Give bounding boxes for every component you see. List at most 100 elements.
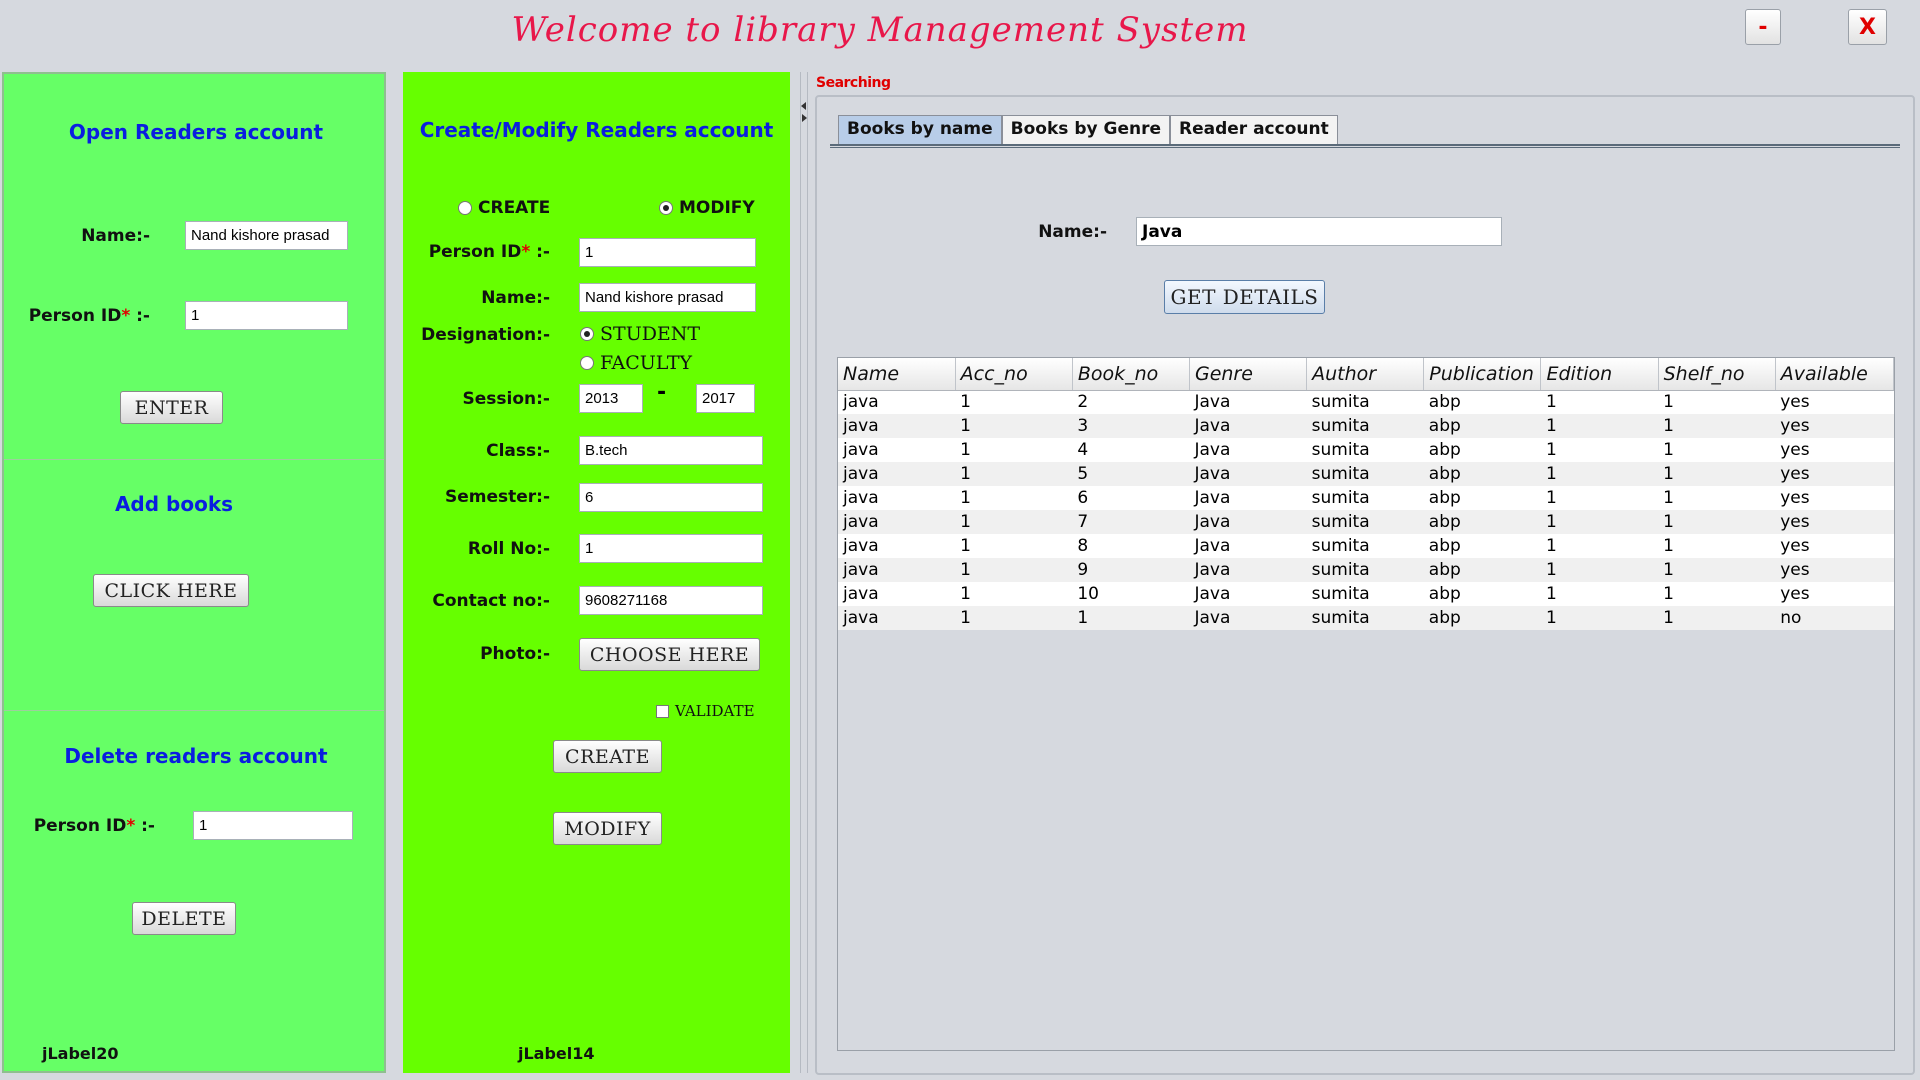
table-cell[interactable]: yes — [1775, 462, 1894, 486]
table-row[interactable]: java 1 6 Java sumita abp 1 1 yes — [838, 486, 1894, 510]
faculty-radio-button[interactable] — [580, 356, 594, 370]
table-cell[interactable]: java — [838, 606, 956, 630]
table-cell[interactable]: abp — [1423, 582, 1541, 606]
student-radio[interactable]: STUDENT — [580, 323, 700, 345]
table-cell[interactable]: Java — [1189, 534, 1307, 558]
session-from-field[interactable]: 2013 — [579, 384, 643, 413]
column-header[interactable]: Publication — [1423, 358, 1542, 391]
session-to-field[interactable]: 2017 — [696, 384, 755, 413]
table-cell[interactable]: sumita — [1306, 606, 1424, 630]
create-radio-button[interactable] — [458, 201, 472, 215]
faculty-radio[interactable]: FACULTY — [580, 352, 692, 374]
minimize-button[interactable]: - — [1745, 9, 1781, 45]
modify-radio[interactable]: MODIFY — [659, 198, 755, 218]
table-cell[interactable]: 1 — [1540, 390, 1659, 414]
table-cell[interactable]: Java — [1189, 390, 1307, 414]
table-cell[interactable]: yes — [1775, 558, 1894, 582]
table-cell[interactable]: sumita — [1306, 510, 1424, 534]
table-cell[interactable]: sumita — [1306, 438, 1424, 462]
modify-button[interactable]: MODIFY — [553, 812, 662, 845]
table-cell[interactable]: yes — [1775, 582, 1894, 606]
table-cell[interactable]: 1 — [1540, 582, 1659, 606]
table-cell[interactable]: yes — [1775, 390, 1894, 414]
table-cell[interactable]: 1 — [955, 606, 1073, 630]
tab-books-by-name[interactable]: Books by name — [838, 115, 1002, 145]
table-cell[interactable]: 2 — [1072, 390, 1190, 414]
table-cell[interactable]: Java — [1189, 486, 1307, 510]
table-row[interactable]: java 1 10 Java sumita abp 1 1 yes — [838, 582, 1894, 606]
table-cell[interactable]: 5 — [1072, 462, 1190, 486]
open-person-id-field[interactable]: 1 — [185, 301, 348, 330]
student-radio-button[interactable] — [580, 327, 594, 341]
table-row[interactable]: java 1 4 Java sumita abp 1 1 yes — [838, 438, 1894, 462]
table-cell[interactable]: 1 — [1658, 486, 1776, 510]
delete-person-id-field[interactable]: 1 — [193, 811, 353, 840]
table-cell[interactable]: sumita — [1306, 390, 1424, 414]
table-cell[interactable]: 1 — [1658, 390, 1776, 414]
table-row[interactable]: java 1 7 Java sumita abp 1 1 yes — [838, 510, 1894, 534]
table-cell[interactable]: abp — [1423, 510, 1541, 534]
table-cell[interactable]: sumita — [1306, 486, 1424, 510]
class-field[interactable]: B.tech — [579, 436, 763, 465]
table-cell[interactable]: sumita — [1306, 534, 1424, 558]
table-cell[interactable]: 1 — [955, 462, 1073, 486]
table-cell[interactable]: Java — [1189, 510, 1307, 534]
choose-photo-button[interactable]: CHOOSE HERE — [579, 638, 760, 671]
split-pane-divider[interactable] — [800, 72, 808, 1073]
open-name-field[interactable]: Nand kishore prasad — [185, 221, 348, 250]
table-cell[interactable]: 1 — [1540, 438, 1659, 462]
delete-button[interactable]: DELETE — [132, 902, 236, 935]
table-cell[interactable]: 1 — [1540, 534, 1659, 558]
table-cell[interactable]: 1 — [1540, 462, 1659, 486]
get-details-button[interactable]: GET DETAILS — [1164, 280, 1325, 314]
column-header[interactable]: Available — [1775, 358, 1895, 391]
semester-field[interactable]: 6 — [579, 483, 763, 512]
table-cell[interactable]: 1 — [955, 390, 1073, 414]
table-cell[interactable]: 1 — [955, 558, 1073, 582]
table-cell[interactable]: 1 — [1658, 606, 1776, 630]
table-cell[interactable]: yes — [1775, 510, 1894, 534]
table-row[interactable]: java 1 8 Java sumita abp 1 1 yes — [838, 534, 1894, 558]
search-name-field[interactable]: Java — [1136, 217, 1502, 246]
table-row[interactable]: java 1 3 Java sumita abp 1 1 yes — [838, 414, 1894, 438]
validate-checkbox-box[interactable] — [656, 704, 669, 718]
table-cell[interactable]: sumita — [1306, 462, 1424, 486]
table-cell[interactable]: 1 — [1658, 462, 1776, 486]
enter-button[interactable]: ENTER — [120, 391, 223, 424]
table-cell[interactable]: Java — [1189, 462, 1307, 486]
table-cell[interactable]: 1 — [1658, 582, 1776, 606]
table-cell[interactable]: java — [838, 390, 956, 414]
table-cell[interactable]: sumita — [1306, 558, 1424, 582]
table-cell[interactable]: sumita — [1306, 582, 1424, 606]
create-button[interactable]: CREATE — [553, 740, 662, 773]
table-cell[interactable]: abp — [1423, 534, 1541, 558]
table-cell[interactable]: yes — [1775, 534, 1894, 558]
collapse-left-arrow-icon[interactable] — [801, 102, 806, 110]
validate-checkbox[interactable]: VALIDATE — [656, 702, 755, 720]
table-cell[interactable]: java — [838, 534, 956, 558]
table-cell[interactable]: java — [838, 486, 956, 510]
table-cell[interactable]: 1 — [1658, 414, 1776, 438]
table-cell[interactable]: abp — [1423, 606, 1541, 630]
create-radio[interactable]: CREATE — [458, 198, 550, 218]
table-cell[interactable]: 1 — [955, 510, 1073, 534]
table-cell[interactable]: 1 — [1072, 606, 1190, 630]
add-books-button[interactable]: CLICK HERE — [93, 574, 249, 607]
column-header[interactable]: Book_no — [1072, 358, 1190, 391]
table-cell[interactable]: 1 — [955, 438, 1073, 462]
table-cell[interactable]: abp — [1423, 486, 1541, 510]
table-cell[interactable]: java — [838, 414, 956, 438]
table-cell[interactable]: 3 — [1072, 414, 1190, 438]
column-header[interactable]: Name — [838, 358, 956, 391]
close-button[interactable]: X — [1848, 9, 1887, 45]
table-cell[interactable]: abp — [1423, 414, 1541, 438]
table-cell[interactable]: 1 — [955, 582, 1073, 606]
table-cell[interactable]: 8 — [1072, 534, 1190, 558]
column-header[interactable]: Author — [1306, 358, 1425, 391]
column-header[interactable]: Acc_no — [955, 358, 1073, 391]
table-cell[interactable]: 1 — [955, 534, 1073, 558]
table-cell[interactable]: 1 — [1658, 438, 1776, 462]
table-cell[interactable]: abp — [1423, 390, 1541, 414]
table-cell[interactable]: 1 — [1658, 534, 1776, 558]
table-cell[interactable]: yes — [1775, 414, 1894, 438]
